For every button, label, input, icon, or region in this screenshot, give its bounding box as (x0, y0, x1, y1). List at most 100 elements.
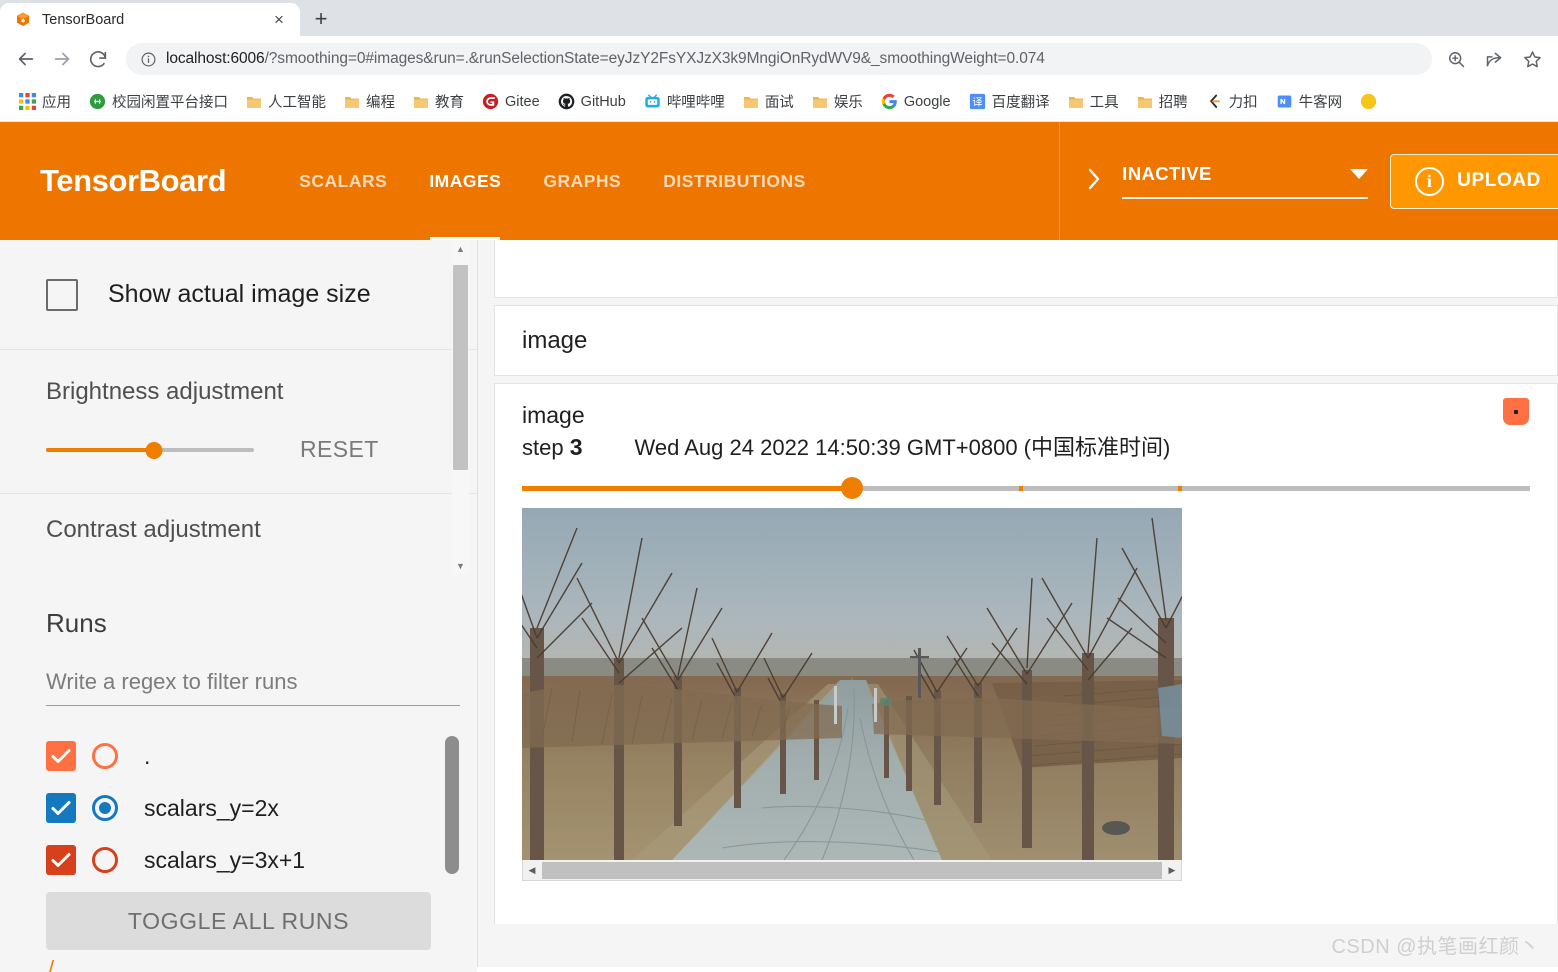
chevron-down-icon[interactable] (1350, 169, 1369, 179)
show-actual-image-size-row[interactable]: Show actual image size (0, 240, 477, 350)
bookmark-label: 人工智能 (268, 95, 326, 111)
browser-toolbar: localhost:6006/?smoothing=0#images&run=.… (0, 36, 1558, 82)
tab-close-icon[interactable]: × (268, 9, 290, 31)
browser-window: TensorBoard × + localhost:6006/?smoothin… (0, 0, 1558, 972)
run-checkbox[interactable] (46, 793, 76, 823)
inactive-dropdown-value: INACTIVE (1122, 163, 1212, 184)
runs-filter-input[interactable] (46, 669, 460, 706)
yellow-circle-icon (1360, 93, 1377, 110)
brightness-section: Brightness adjustment RESET (0, 350, 477, 494)
run-item[interactable]: . (46, 730, 431, 782)
tab-scalars[interactable]: SCALARS (278, 122, 408, 240)
share-icon[interactable] (1480, 43, 1508, 75)
image-horizontal-scrollbar[interactable]: ◀ ▶ (522, 860, 1182, 882)
bookmark-education-folder[interactable]: 教育 (404, 88, 473, 115)
run-name: scalars_y=2x (144, 794, 279, 821)
run-name: scalars_y=3x+1 (144, 846, 306, 873)
folder-icon (812, 96, 827, 108)
tensorboard-logo[interactable]: TensorBoard (40, 163, 227, 199)
bookmark-recruitment-folder[interactable]: 招聘 (1128, 88, 1197, 115)
bookmark-campus-platform[interactable]: 校园闲置平台接口 (80, 88, 237, 115)
run-checkbox[interactable] (46, 741, 76, 771)
run-radio[interactable] (92, 743, 118, 769)
runs-partial-item: / (48, 956, 55, 972)
chevron-right-icon[interactable] (1084, 164, 1104, 199)
header-right-group: INACTIVE i UPLOAD (1059, 122, 1558, 240)
image-scrollbar-thumb[interactable] (542, 861, 1162, 879)
address-bar[interactable]: localhost:6006/?smoothing=0#images&run=.… (126, 43, 1432, 75)
bookmark-ai-folder[interactable]: 人工智能 (237, 88, 335, 115)
bilibili-icon (645, 94, 660, 108)
inactive-plugins-dropdown[interactable]: INACTIVE (1122, 163, 1369, 199)
image-viewport[interactable] (522, 508, 1182, 861)
run-radio[interactable] (92, 795, 118, 821)
zoom-in-icon[interactable] (1442, 43, 1470, 75)
step-slider-fill (522, 486, 852, 492)
tab-title: TensorBoard (42, 11, 125, 28)
toggle-all-runs-button[interactable]: TOGGLE ALL RUNS (46, 892, 431, 950)
step-line: step 3 Wed Aug 24 2022 14:50:39 GMT+0800… (522, 430, 1530, 462)
bookmark-programming-folder[interactable]: 编程 (335, 88, 404, 115)
upload-button[interactable]: i UPLOAD (1390, 153, 1558, 209)
scroll-right-arrow-icon[interactable]: ▶ (1163, 861, 1181, 880)
star-icon[interactable] (1518, 43, 1546, 75)
brightness-slider-thumb[interactable] (145, 441, 163, 459)
scroll-up-arrow-icon[interactable]: ▲ (452, 240, 469, 257)
tab-graphs[interactable]: GRAPHS (522, 122, 642, 240)
category-header[interactable]: image (494, 305, 1558, 376)
runs-filter-wrap (0, 669, 477, 706)
bookmark-github[interactable]: GitHub (549, 90, 635, 113)
runs-title: Runs (46, 608, 107, 638)
runs-list-scrollbar-thumb[interactable] (445, 736, 459, 874)
tab-distributions[interactable]: DISTRIBUTIONS (642, 122, 827, 240)
bookmark-apps[interactable]: 应用 (10, 88, 80, 115)
settings-scrollbar[interactable]: ▲ ▼ (452, 240, 469, 574)
bookmark-label: 娱乐 (833, 95, 863, 111)
info-icon: i (1415, 166, 1445, 196)
baidu-translate-icon: 译 (969, 93, 985, 110)
step-label: step (522, 435, 564, 461)
images-toolbar-panel (494, 240, 1558, 298)
new-tab-button[interactable]: + (304, 4, 338, 34)
forward-icon[interactable] (46, 43, 78, 75)
step-slider[interactable] (495, 477, 1557, 500)
show-actual-image-size-label: Show actual image size (108, 280, 371, 308)
bookmark-leetcode[interactable]: 力扣 (1197, 88, 1267, 115)
tab-images[interactable]: IMAGES (408, 122, 522, 240)
brightness-control-row: RESET (46, 436, 431, 463)
bookmark-google[interactable]: Google (872, 90, 960, 113)
reload-icon[interactable] (82, 43, 114, 75)
bookmark-gitee[interactable]: Gitee (473, 90, 549, 113)
brightness-slider[interactable] (46, 439, 254, 461)
bookmark-label: 招聘 (1158, 95, 1188, 111)
show-actual-image-size-checkbox[interactable] (46, 278, 78, 311)
step-slider-thumb[interactable] (841, 477, 863, 500)
settings-scrollbar-thumb[interactable] (453, 265, 468, 470)
bookmark-entertainment-folder[interactable]: 娱乐 (803, 88, 872, 115)
scroll-down-arrow-icon[interactable]: ▼ (452, 557, 469, 574)
back-icon[interactable] (10, 43, 42, 75)
browser-tab-tensorboard[interactable]: TensorBoard × (0, 3, 300, 36)
sidebar: Show actual image size Brightness adjust… (0, 240, 478, 972)
scroll-left-arrow-icon[interactable]: ◀ (523, 861, 541, 880)
run-item[interactable]: scalars_y=2x (46, 782, 431, 834)
bookmark-label: 应用 (42, 95, 71, 111)
run-item[interactable]: scalars_y=3x+1 (46, 834, 431, 886)
folder-icon (1137, 96, 1152, 108)
google-icon (881, 93, 897, 110)
run-checkbox[interactable] (46, 845, 76, 875)
bookmark-interview-folder[interactable]: 面试 (734, 88, 803, 115)
run-radio[interactable] (92, 847, 118, 873)
brightness-reset-button[interactable]: RESET (300, 436, 379, 463)
bookmark-baidu-translate[interactable]: 译 百度翻译 (960, 88, 1059, 115)
site-info-icon[interactable] (140, 51, 157, 68)
bookmark-overflow[interactable] (1351, 90, 1386, 113)
tensorboard-favicon-icon (17, 12, 29, 26)
bookmark-label: GitHub (580, 93, 626, 110)
runs-pane: Runs . (0, 574, 477, 972)
bookmark-bilibili[interactable]: 哔哩哔哩 (635, 88, 734, 115)
nowcoder-icon (1277, 95, 1291, 108)
image-tag-name: image (522, 402, 585, 428)
bookmark-tools-folder[interactable]: 工具 (1059, 88, 1128, 115)
bookmark-nowcoder[interactable]: 牛客网 (1267, 88, 1352, 115)
